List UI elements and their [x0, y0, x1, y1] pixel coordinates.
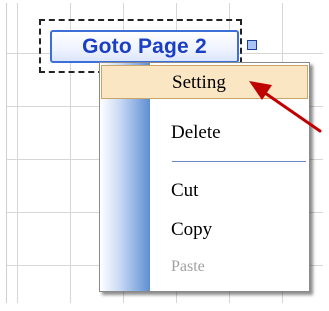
menu-separator — [172, 161, 306, 162]
menu-item-label: Delete — [171, 122, 221, 143]
menu-item-label: Setting — [172, 72, 226, 93]
goto-page-button[interactable]: Goto Page 2 — [50, 30, 239, 63]
menu-item-copy[interactable]: Copy — [100, 212, 309, 246]
resize-handle[interactable] — [247, 40, 257, 50]
menu-item-label: Copy — [171, 219, 213, 240]
menu-item-paste: Paste — [100, 251, 309, 285]
menu-item-label: Cut — [171, 180, 199, 201]
menu-item-cut[interactable]: Cut — [100, 173, 309, 207]
menu-item-label: Paste — [171, 258, 205, 275]
menu-item-delete[interactable]: Delete — [100, 115, 309, 149]
context-menu: Setting Delete Cut Copy Paste — [99, 62, 310, 292]
menu-item-setting[interactable]: Setting — [101, 65, 308, 99]
